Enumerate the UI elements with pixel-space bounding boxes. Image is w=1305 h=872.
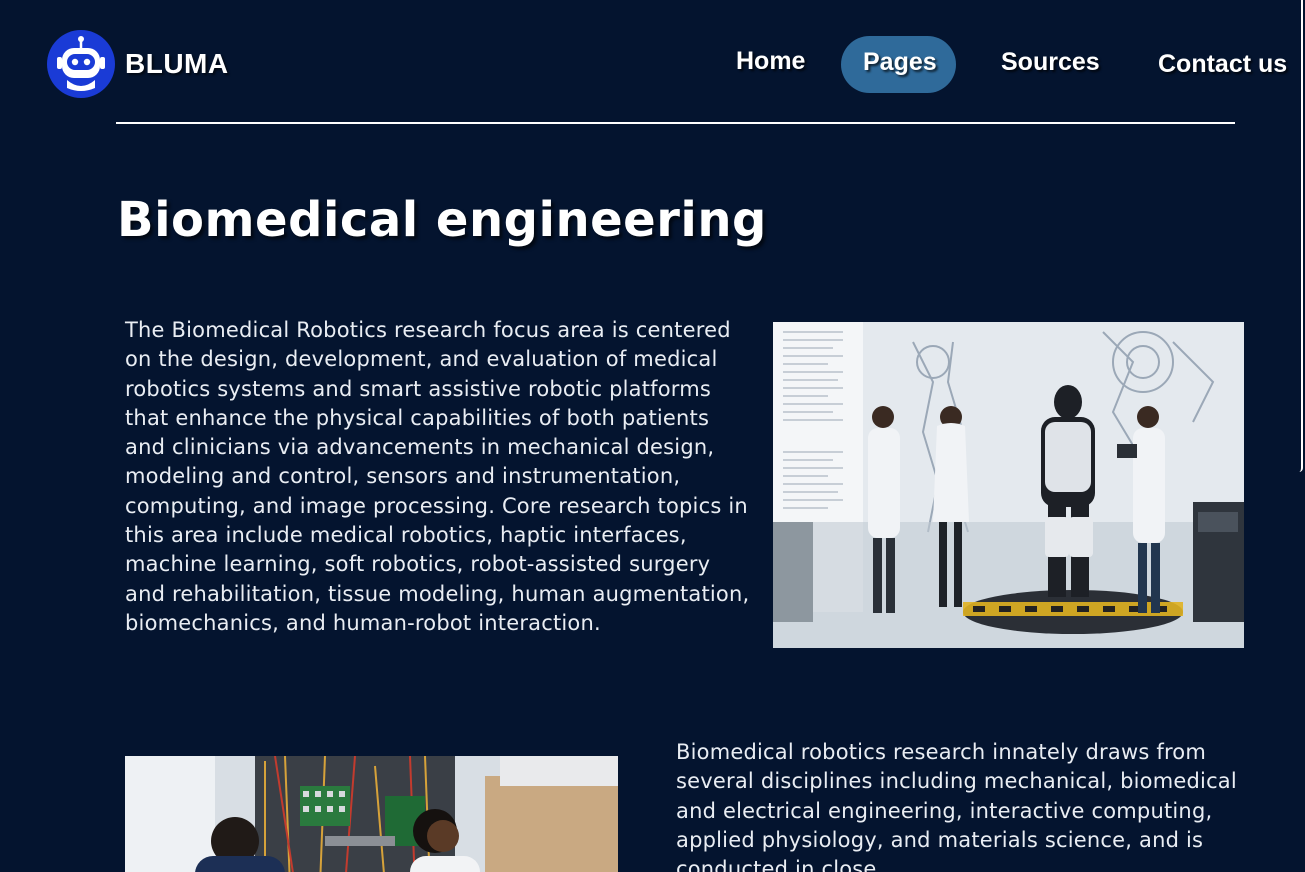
intro-paragraph: The Biomedical Robotics research focus a… <box>125 318 750 635</box>
lab-workers-image <box>125 756 618 872</box>
exoskeleton-lab-image <box>773 322 1244 648</box>
scrollbar[interactable] <box>1299 0 1303 472</box>
nav-sources[interactable]: Sources <box>1001 48 1100 77</box>
header-divider <box>116 122 1235 124</box>
brand-name[interactable]: BLUMA <box>125 48 229 80</box>
nav-home[interactable]: Home <box>736 47 805 76</box>
robot-icon[interactable] <box>47 30 115 98</box>
disciplines-paragraph: Biomedical robotics research innately dr… <box>676 740 1237 872</box>
nav-pages[interactable]: Pages <box>863 48 937 77</box>
page: BLUMA Home Pages Sources Contact us Biom… <box>0 0 1305 872</box>
nav-contact-us[interactable]: Contact us <box>1158 50 1287 79</box>
page-title: Biomedical engineering <box>117 192 767 248</box>
